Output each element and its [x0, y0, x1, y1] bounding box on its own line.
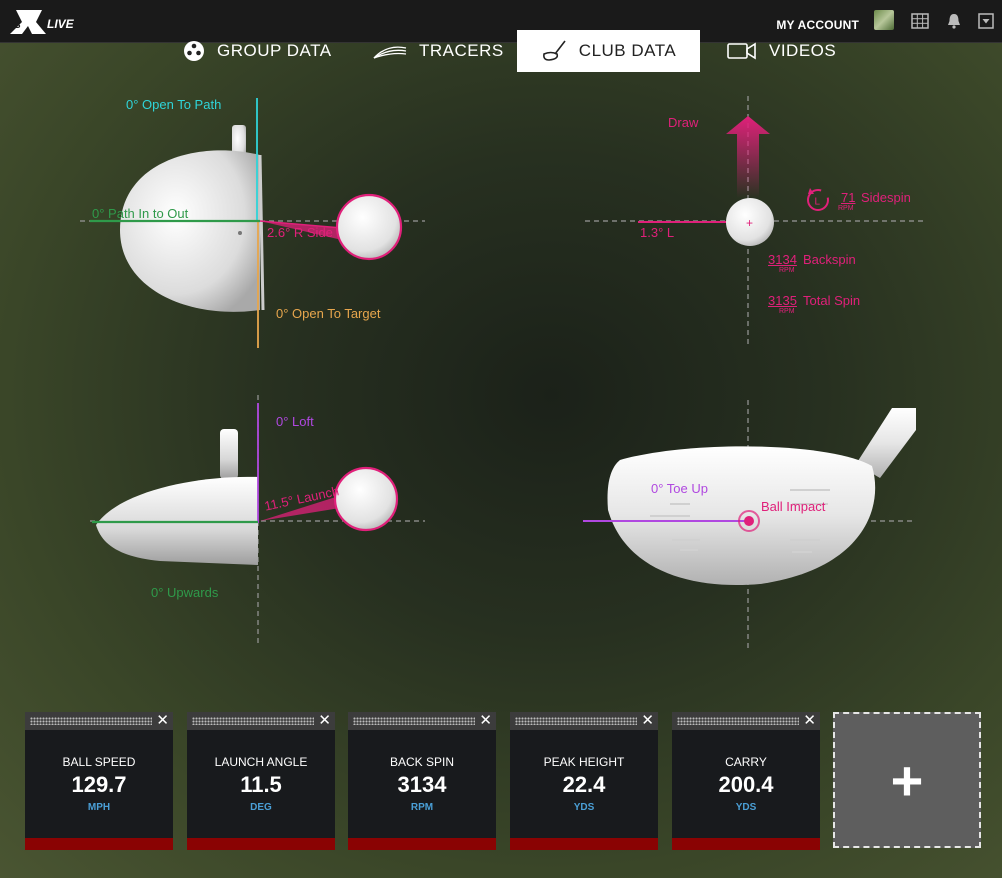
tab-club-data[interactable]: CLUB DATA [517, 30, 700, 72]
side-label: 2.6° R Side [267, 225, 333, 240]
card-header: ✕ [25, 712, 173, 730]
svg-text:FS: FS [9, 20, 21, 30]
loft-diagram [90, 395, 425, 645]
metric-unit: RPM [410, 802, 434, 813]
backspin-value: 3134 [768, 252, 797, 267]
card-accent-bar [187, 838, 335, 850]
card-accent-bar [25, 838, 173, 850]
launch-direction-label: 1.3° L [640, 225, 675, 240]
tab-videos[interactable]: VIDEOS [727, 30, 847, 72]
club-path-panel: 0° Open To Path 0° Path In to Out 2.6° R… [80, 90, 440, 360]
view-tabs: GROUP DATA TRACERS CLUB DATA VIDEOS [0, 30, 1002, 72]
backspin-unit: RPM [779, 267, 795, 274]
club-icon [542, 40, 566, 61]
impact-diagram [583, 400, 916, 648]
impact-panel: 0° Toe Up Ball Impact [580, 400, 920, 650]
card-header: ✕ [348, 712, 496, 730]
attack-angle-label: 0° Upwards [151, 585, 219, 600]
group-icon [184, 41, 204, 61]
metric-value: 3134 [397, 772, 447, 797]
metric-card-ball-speed[interactable]: ✕ BALL SPEED 129.7 MPH [25, 712, 173, 850]
card-header: ✕ [510, 712, 658, 730]
drag-handle[interactable] [192, 717, 314, 725]
sidespin-label: Sidespin [861, 190, 911, 205]
metric-card-launch-angle[interactable]: ✕ LAUNCH ANGLE 11.5 DEG [187, 712, 335, 850]
dropdown-icon[interactable] [977, 12, 995, 30]
sidespin-direction-badge: L [815, 197, 821, 208]
card-header: ✕ [672, 712, 820, 730]
card-header: ✕ [187, 712, 335, 730]
tab-group-data[interactable]: GROUP DATA [183, 30, 343, 72]
drag-handle[interactable] [515, 717, 637, 725]
close-icon[interactable]: ✕ [803, 713, 816, 729]
close-icon[interactable]: ✕ [156, 713, 169, 729]
metric-name: BALL SPEED [62, 755, 136, 769]
drag-handle[interactable] [30, 717, 152, 725]
metric-card-carry[interactable]: ✕ CARRY 200.4 YDS [672, 712, 820, 850]
card-accent-bar [348, 838, 496, 850]
metric-name: LAUNCH ANGLE [214, 755, 308, 769]
sidespin-value: 71 [841, 190, 856, 205]
metric-unit: YDS [573, 802, 595, 813]
sidespin-unit: RPM [838, 205, 854, 212]
close-icon[interactable]: ✕ [318, 713, 331, 729]
spin-diagram: + L [585, 96, 925, 345]
close-icon[interactable]: ✕ [479, 713, 492, 729]
tab-label: CLUB DATA [578, 41, 677, 60]
grid-icon[interactable] [911, 12, 929, 30]
metric-name: PEAK HEIGHT [543, 755, 625, 769]
drag-handle[interactable] [353, 717, 475, 725]
tab-label: VIDEOS [769, 41, 837, 60]
metric-value: 11.5 [240, 772, 282, 797]
metric-card-back-spin[interactable]: ✕ BACK SPIN 3134 RPM [348, 712, 496, 850]
club-path-diagram [80, 98, 425, 348]
club-path-label: 0° Path In to Out [92, 206, 189, 221]
metric-value: 200.4 [718, 772, 774, 797]
toe-label: 0° Toe Up [651, 481, 708, 496]
close-icon[interactable]: ✕ [641, 713, 654, 729]
svg-text:LIVE: LIVE [47, 17, 75, 31]
metric-unit: YDS [735, 802, 757, 813]
metric-name: BACK SPIN [389, 755, 455, 769]
spin-panel: + L Draw 1.3° L 71 Sidespin RPM 3134 Bac… [580, 90, 940, 350]
svg-text:+: + [746, 216, 753, 230]
metric-card-peak-height[interactable]: ✕ PEAK HEIGHT 22.4 YDS [510, 712, 658, 850]
face-to-target-label: 0° Open To Target [276, 306, 381, 321]
video-icon [727, 42, 756, 60]
backspin-label: Backspin [803, 252, 856, 267]
metric-value: 22.4 [562, 772, 606, 797]
metric-unit: DEG [250, 802, 272, 813]
loft-label: 0° Loft [276, 414, 314, 429]
card-accent-bar [672, 838, 820, 850]
metric-unit: MPH [87, 802, 111, 813]
tracer-icon [373, 46, 407, 59]
avatar[interactable] [874, 10, 894, 30]
metric-name: CARRY [725, 755, 767, 769]
draw-label: Draw [668, 115, 699, 130]
plus-icon: + [890, 748, 924, 812]
card-accent-bar [510, 838, 658, 850]
metric-value: 129.7 [71, 772, 127, 797]
totalspin-value: 3135 [768, 293, 797, 308]
tab-tracers[interactable]: TRACERS [373, 30, 513, 72]
bell-icon[interactable] [945, 12, 963, 30]
face-to-path-label: 0° Open To Path [126, 97, 222, 112]
drag-handle[interactable] [677, 717, 799, 725]
tab-label: TRACERS [419, 41, 504, 60]
totalspin-label: Total Spin [803, 293, 861, 308]
add-metric-button[interactable]: + [833, 712, 981, 848]
totalspin-unit: RPM [779, 308, 795, 315]
ball-impact-label: Ball Impact [761, 499, 826, 514]
tab-label: GROUP DATA [217, 41, 332, 60]
loft-panel: 0° Loft 11.5° Launch 0° Upwards [80, 395, 440, 650]
